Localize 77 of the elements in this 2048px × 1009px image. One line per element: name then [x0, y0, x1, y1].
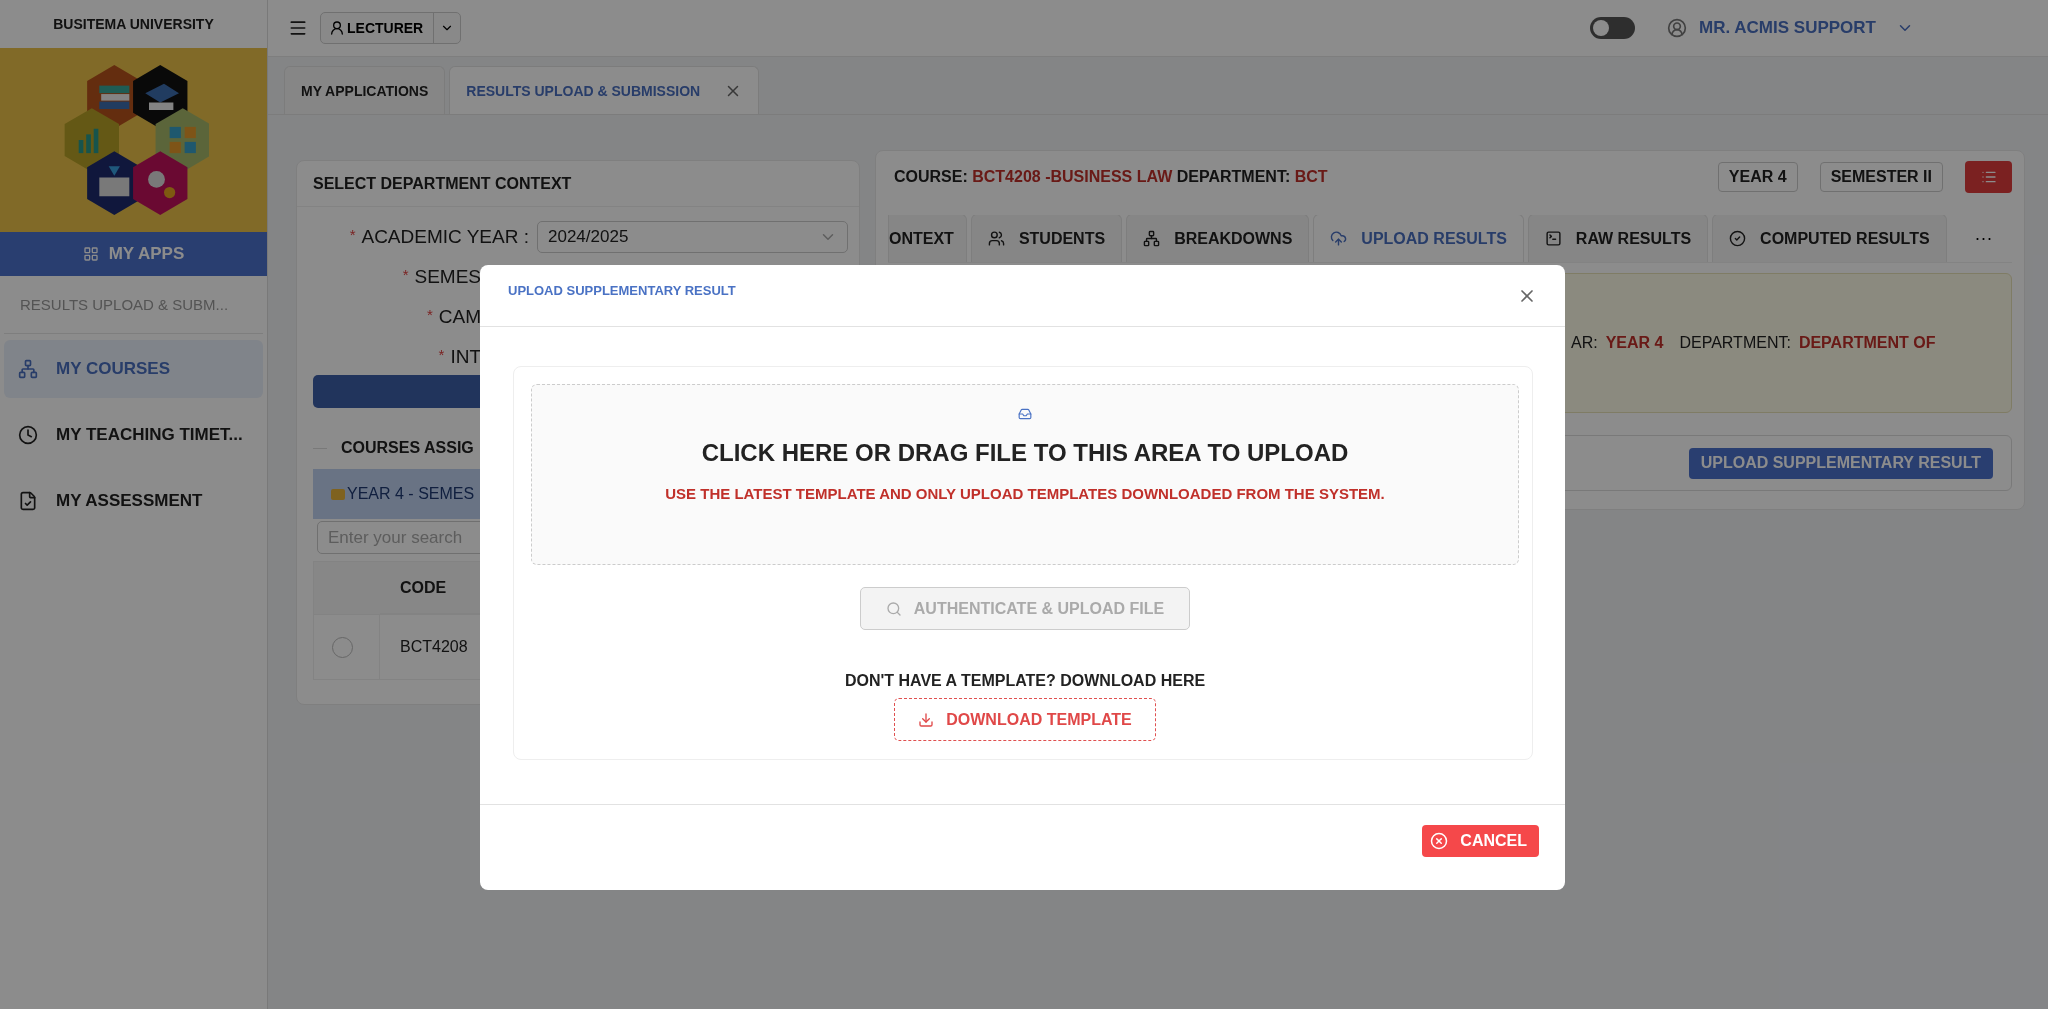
upload-dropzone[interactable]: CLICK HERE OR DRAG FILE TO THIS AREA TO UPLOAD USE THE LATEST TEMPLATE AND ONLY UPLOAD TEMPLATES DOWNLOADED FROM THE SYSTEM.: [531, 384, 1519, 565]
required-mark: *: [438, 346, 445, 365]
sidebar-item-label: MY ASSESSMENT: [56, 491, 203, 511]
folder-icon: [331, 488, 345, 500]
sidebar-item[interactable]: MY COURSES: [4, 340, 263, 398]
info-value: YEAR 4: [1605, 334, 1664, 352]
tab-label: UPLOAD RESULTS: [1361, 229, 1507, 248]
download-icon: [918, 711, 935, 728]
row-radio[interactable]: [332, 636, 353, 658]
required-mark: *: [426, 306, 433, 325]
info-value: DEPARTMENT OF: [1798, 334, 1936, 352]
inbox-icon: [1018, 407, 1032, 421]
page-tab[interactable]: RESULTS UPLOAD & SUBMISSION: [449, 66, 760, 114]
tab-icon: [987, 230, 1005, 247]
tab-label: ONTEXT: [889, 229, 954, 248]
cancel-button[interactable]: CANCEL: [1422, 825, 1539, 857]
group-label: YEAR 4 - SEMES: [347, 485, 475, 503]
course-heading: COURSE: BCT4208 -BUSINESS LAW DEPARTMENT: BCT: [894, 168, 1328, 186]
dropzone-title: CLICK HERE OR DRAG FILE TO THIS AREA TO UPLOAD: [701, 439, 1349, 467]
field-label: CAM: [438, 306, 481, 328]
field-label: ACADEMIC YEAR :: [361, 226, 529, 248]
tab-label: RAW RESULTS: [1575, 229, 1692, 248]
required-mark: *: [349, 226, 356, 245]
user-menu[interactable]: MR. ACMIS SUPPORT: [1699, 18, 1876, 38]
info-badge: YEAR 4: [1717, 162, 1798, 192]
avatar-icon: [1667, 18, 1688, 38]
nav-icon: [18, 425, 38, 445]
required-mark: *: [402, 266, 409, 285]
sidebar-item[interactable]: MY ASSESSMENT: [4, 472, 263, 530]
more-button[interactable]: ···: [1968, 227, 1999, 250]
tab-icon: [1729, 230, 1747, 247]
info-label: AR:: [1571, 334, 1598, 352]
cancel-icon: [1430, 832, 1449, 850]
info-badge: SEMESTER II: [1819, 162, 1943, 192]
tab-label: MY APPLICATIONS: [301, 82, 429, 99]
theme-toggle[interactable]: [1590, 17, 1636, 39]
nav-icon: [18, 359, 38, 379]
section-heading: COURSES ASSIG: [341, 439, 474, 457]
menu-button[interactable]: [1965, 161, 2012, 193]
field-label: SEMES: [414, 266, 481, 288]
list-icon: [1980, 169, 1997, 185]
dropzone-hint: USE THE LATEST TEMPLATE AND ONLY UPLOAD TEMPLATES DOWNLOADED FROM THE SYSTEM.: [665, 485, 1385, 502]
sidebar-item-label: MY COURSES: [56, 359, 170, 379]
tab-label: COMPUTED RESULTS: [1760, 229, 1930, 248]
section-label: RESULTS UPLOAD & SUBM...: [4, 276, 263, 334]
grid-icon: [82, 246, 99, 262]
table-cell-text: BCT4208: [400, 637, 469, 657]
my-apps-button[interactable]: MY APPS: [0, 232, 267, 276]
tab-icon: [1330, 230, 1348, 247]
select-value: 2024/2025: [548, 227, 629, 247]
select-field[interactable]: 2024/2025: [537, 221, 848, 253]
tab-icon: [1544, 230, 1562, 247]
info-label: DEPARTMENT:: [1679, 334, 1791, 352]
page-tab[interactable]: MY APPLICATIONS: [284, 66, 446, 114]
sidebar-item[interactable]: MY TEACHING TIMET...: [4, 406, 263, 464]
tab-label: RESULTS UPLOAD & SUBMISSION: [466, 82, 701, 99]
field-label: INT: [450, 346, 481, 368]
menu-icon[interactable]: [288, 18, 308, 38]
user-icon: [329, 20, 345, 36]
course-tab[interactable]: UPLOAD RESULTS: [1313, 215, 1524, 262]
download-template-button[interactable]: DOWNLOAD TEMPLATE: [894, 698, 1156, 741]
course-tab[interactable]: BREAKDOWNS: [1126, 215, 1310, 262]
university-name: BUSITEMA UNIVERSITY: [52, 15, 215, 34]
course-tab[interactable]: STUDENTS: [970, 215, 1123, 262]
dialog-title: UPLOAD SUPPLEMENTARY RESULT: [508, 283, 736, 298]
course-tab[interactable]: RAW RESULTS: [1527, 215, 1709, 262]
nav-icon: [18, 491, 38, 511]
course-tab[interactable]: ONTEXT: [888, 215, 967, 262]
tab-label: STUDENTS: [1018, 229, 1106, 248]
panel-title: SELECT DEPARTMENT CONTEXT: [297, 161, 859, 207]
template-prompt: DON'T HAVE A TEMPLATE? DOWNLOAD HERE: [844, 672, 1206, 690]
supplementary-button[interactable]: UPLOAD SUPPLEMENTARY RESULT: [1688, 447, 1993, 479]
search-icon: [885, 600, 902, 617]
tab-icon: [1143, 230, 1161, 247]
sidebar-item-label: MY TEACHING TIMET...: [56, 425, 243, 445]
tab-label: BREAKDOWNS: [1174, 229, 1293, 248]
course-tab[interactable]: COMPUTED RESULTS: [1712, 215, 1947, 262]
